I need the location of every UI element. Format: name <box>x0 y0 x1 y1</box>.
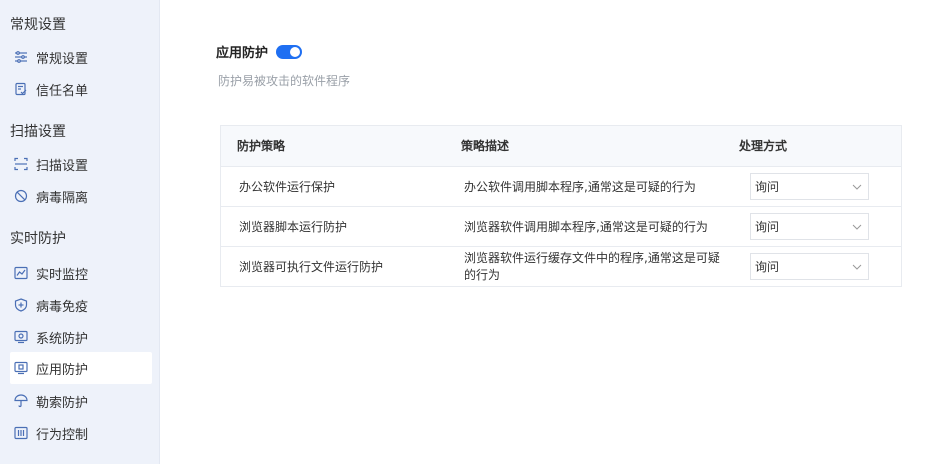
sidebar-item-label: 常规设置 <box>36 51 89 67</box>
action-select[interactable]: 询问 <box>750 173 869 200</box>
shield-plus-icon <box>14 298 28 312</box>
app-window: 常规设置 常规设置 信任名单 扫描设置 扫描设置 病毒隔离 实时防护 实时监控 … <box>0 0 951 464</box>
policy-description: 浏览器软件调用脚本程序,通常这是可疑的行为 <box>464 219 708 234</box>
main-panel: 应用防护 防护易被攻击的软件程序 防护策略 策略描述 处理方式 办公软件运行保护… <box>160 0 951 464</box>
app-protect-icon <box>14 361 28 375</box>
table-row: 浏览器可执行文件运行防护 浏览器软件运行缓存文件中的程序,通常这是可疑的行为 询… <box>221 246 901 286</box>
action-select[interactable]: 询问 <box>750 253 869 280</box>
action-select-value: 询问 <box>755 260 780 274</box>
behavior-control-icon <box>14 426 28 440</box>
group-title-general: 常规设置 <box>10 17 66 33</box>
umbrella-icon <box>14 394 28 408</box>
section-header: 应用防护 <box>216 42 303 61</box>
chevron-down-icon <box>852 184 862 190</box>
sidebar-item-label: 信任名单 <box>36 83 89 99</box>
monitor-chart-icon <box>14 266 28 280</box>
sidebar-item-trust-list[interactable]: 信任名单 <box>10 73 152 105</box>
action-select[interactable]: 询问 <box>750 213 869 240</box>
sidebar-item-label: 病毒免疫 <box>36 299 89 315</box>
sidebar-item-system-protection[interactable]: 系统防护 <box>10 321 152 353</box>
policy-name: 浏览器可执行文件运行防护 <box>239 260 384 274</box>
column-header-description: 策略描述 <box>461 139 510 153</box>
sidebar-item-label: 病毒隔离 <box>36 190 89 206</box>
sidebar-item-label: 实时监控 <box>36 267 89 283</box>
sidebar: 常规设置 常规设置 信任名单 扫描设置 扫描设置 病毒隔离 实时防护 实时监控 … <box>0 0 160 464</box>
group-title-scan: 扫描设置 <box>10 124 66 140</box>
chevron-down-icon <box>852 264 862 270</box>
sliders-icon <box>14 50 28 64</box>
sidebar-item-label: 系统防护 <box>36 331 89 347</box>
group-title-realtime: 实时防护 <box>10 231 66 247</box>
policy-table: 防护策略 策略描述 处理方式 办公软件运行保护 办公软件调用脚本程序,通常这是可… <box>220 125 902 287</box>
toggle-knob <box>290 46 301 57</box>
policy-description: 办公软件调用脚本程序,通常这是可疑的行为 <box>464 179 696 194</box>
sidebar-item-general-settings[interactable]: 常规设置 <box>10 41 152 73</box>
page-title: 应用防护 <box>216 46 269 61</box>
app-protection-toggle[interactable] <box>276 44 303 59</box>
column-header-policy: 防护策略 <box>237 139 286 153</box>
system-protect-icon <box>14 330 28 344</box>
column-header-action: 处理方式 <box>739 139 788 153</box>
sidebar-item-quarantine[interactable]: 病毒隔离 <box>10 180 152 212</box>
table-row: 浏览器脚本运行防护 浏览器软件调用脚本程序,通常这是可疑的行为 询问 <box>221 206 901 246</box>
sidebar-item-realtime-monitor[interactable]: 实时监控 <box>10 257 152 289</box>
sidebar-item-label: 勒索防护 <box>36 395 89 411</box>
sidebar-item-ransomware-protection[interactable]: 勒索防护 <box>10 385 152 417</box>
sidebar-item-app-protection[interactable]: 应用防护 <box>10 352 152 384</box>
scan-icon <box>14 157 28 171</box>
policy-description: 浏览器软件运行缓存文件中的程序,通常这是可疑的行为 <box>464 251 720 282</box>
quarantine-icon <box>14 189 28 203</box>
sidebar-item-scan-settings[interactable]: 扫描设置 <box>10 148 152 180</box>
table-header: 防护策略 策略描述 处理方式 <box>221 126 901 166</box>
policy-name: 办公软件运行保护 <box>239 180 336 194</box>
sidebar-item-label: 扫描设置 <box>36 158 89 174</box>
sidebar-item-label: 应用防护 <box>36 362 89 378</box>
action-select-value: 询问 <box>755 220 780 234</box>
action-select-value: 询问 <box>755 180 780 194</box>
chevron-down-icon <box>852 224 862 230</box>
sidebar-item-behavior-control[interactable]: 行为控制 <box>10 417 152 449</box>
policy-name: 浏览器脚本运行防护 <box>239 220 348 234</box>
trust-list-icon <box>14 82 28 96</box>
sidebar-item-virus-immunity[interactable]: 病毒免疫 <box>10 289 152 321</box>
page-description: 防护易被攻击的软件程序 <box>218 74 351 88</box>
sidebar-item-label: 行为控制 <box>36 427 89 443</box>
table-row: 办公软件运行保护 办公软件调用脚本程序,通常这是可疑的行为 询问 <box>221 166 901 206</box>
